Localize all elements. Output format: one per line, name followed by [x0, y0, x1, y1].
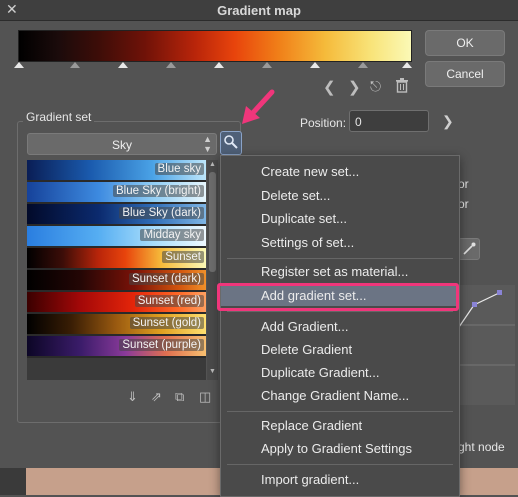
list-item-label: Midday sky — [140, 229, 204, 241]
menu-item-delete-gradient[interactable]: Delete Gradient — [261, 340, 352, 360]
scroll-thumb[interactable] — [209, 172, 216, 272]
list-item[interactable]: Blue Sky (dark) — [27, 204, 206, 226]
list-item-label: Blue sky — [154, 163, 204, 175]
chevron-updown-icon: ▲ ▼ — [203, 134, 212, 154]
gradient-set-label: Gradient set — [23, 110, 95, 124]
gradient-node[interactable] — [14, 62, 24, 68]
gradient-set-value: Sky — [111, 138, 132, 152]
curve-graph[interactable] — [458, 285, 515, 405]
curve-line — [458, 290, 515, 366]
export-icon[interactable]: ⇗ — [151, 389, 162, 405]
position-label: Position: — [300, 116, 347, 130]
eyedropper-button[interactable] — [458, 238, 480, 260]
flip-icon[interactable]: ⎋ — [370, 78, 381, 95]
menu-item-change-gradient-name[interactable]: Change Gradient Name... — [261, 386, 409, 406]
gradient-node[interactable] — [402, 62, 412, 68]
menu-separator — [227, 411, 453, 412]
list-item-label: Sunset (purple) — [119, 339, 204, 351]
chevron-right-icon[interactable]: ❯ — [442, 113, 454, 130]
chevron-right-icon[interactable]: ❯ — [348, 78, 361, 96]
gradient-node[interactable] — [166, 62, 176, 68]
duplicate-icon[interactable]: ⧉ — [175, 389, 184, 405]
gradient-set-select[interactable]: Sky ▲ ▼ — [27, 133, 217, 155]
menu-separator — [227, 464, 453, 465]
menu-item-add-gradient[interactable]: Add Gradient... — [261, 317, 348, 337]
menu-separator — [227, 258, 453, 259]
scroll-up-icon[interactable]: ▲ — [209, 161, 216, 168]
list-item[interactable]: Sunset — [27, 248, 206, 270]
add-gradient-icon[interactable]: ◫ — [199, 389, 211, 405]
wrench-button[interactable] — [220, 131, 242, 155]
scroll-down-icon[interactable]: ▼ — [209, 368, 216, 375]
menu-item-settings-of-set[interactable]: Settings of set... — [261, 233, 354, 253]
list-item-label: Blue Sky (dark) — [119, 207, 204, 219]
gradient-node[interactable] — [118, 62, 128, 68]
menu-item-duplicate-set[interactable]: Duplicate set... — [261, 209, 347, 229]
context-menu: Create new set... Delete set... Duplicat… — [220, 155, 460, 497]
gradient-node[interactable] — [262, 62, 272, 68]
arrow-pointer-icon — [242, 89, 275, 124]
list-item[interactable]: Sunset (purple) — [27, 336, 206, 358]
menu-separator — [227, 311, 453, 312]
gradient-preview-bar[interactable] — [18, 30, 412, 62]
menu-item-replace-gradient[interactable]: Replace Gradient — [261, 416, 362, 436]
ok-button[interactable]: OK — [425, 30, 505, 56]
menu-item-register-set-as-material[interactable]: Register set as material... — [261, 262, 408, 282]
list-item-label: Sunset (red) — [134, 295, 204, 307]
menu-item-import-gradient[interactable]: Import gradient... — [261, 470, 359, 490]
list-item-label: Sunset (dark) — [128, 273, 204, 285]
menu-item-apply-to-gradient-settings[interactable]: Apply to Gradient Settings — [261, 439, 412, 459]
menu-item-create-new-set[interactable]: Create new set... — [261, 162, 359, 182]
list-scrollbar[interactable]: ▲ ▼ — [207, 160, 218, 380]
import-icon[interactable]: ⇓ — [127, 389, 138, 405]
cancel-button[interactable]: Cancel — [425, 61, 505, 87]
list-item[interactable]: Blue sky — [27, 160, 206, 182]
wrench-icon — [224, 135, 238, 149]
list-item[interactable]: Sunset (dark) — [27, 270, 206, 292]
title-bar: ✕ Gradient map — [0, 0, 518, 21]
window-title: Gradient map — [217, 3, 301, 18]
chevron-left-icon[interactable]: ❮ — [323, 78, 336, 96]
list-item-label: Sunset — [162, 251, 204, 263]
gradient-node[interactable] — [358, 62, 368, 68]
list-item[interactable]: Sunset (gold) — [27, 314, 206, 336]
highlight-box — [217, 283, 459, 311]
menu-item-delete-set[interactable]: Delete set... — [261, 186, 330, 206]
list-item-label: Blue Sky (bright) — [112, 185, 204, 197]
list-item[interactable]: Sunset (red) — [27, 292, 206, 314]
right-text: ght node — [458, 440, 505, 454]
canvas-edge — [0, 468, 26, 495]
position-input[interactable]: 0 — [349, 110, 429, 132]
gradient-node[interactable] — [70, 62, 80, 68]
list-item[interactable]: Midday sky — [27, 226, 206, 248]
list-item-label: Sunset (gold) — [129, 317, 204, 329]
gradient-list: Blue sky Blue Sky (bright) Blue Sky (dar… — [27, 160, 206, 380]
gradient-node[interactable] — [310, 62, 320, 68]
trash-icon[interactable] — [395, 78, 409, 97]
gradient-node[interactable] — [214, 62, 224, 68]
list-item[interactable]: Blue Sky (bright) — [27, 182, 206, 204]
eyedropper-icon — [463, 242, 476, 255]
menu-item-duplicate-gradient[interactable]: Duplicate Gradient... — [261, 363, 380, 383]
